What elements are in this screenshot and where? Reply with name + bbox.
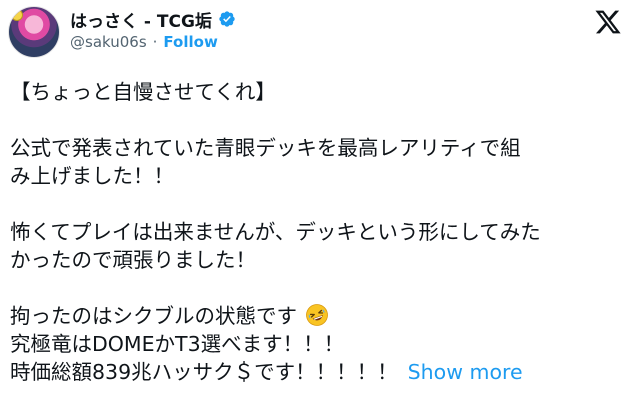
tweet-line: 【ちょっと自慢させてくれ】 [10, 80, 276, 104]
follow-button[interactable]: Follow [163, 33, 217, 51]
tweet-line-last: 時価総額839兆ハッサク＄です！！！！！ Show more [10, 358, 630, 386]
avatar[interactable] [8, 6, 60, 58]
tweet-line: 究極竜はDOMEかT3選べます！！！ [10, 332, 345, 356]
author-handle-row: @saku06s · Follow [70, 33, 218, 51]
rolling-on-floor-laughing-emoji-icon [305, 304, 328, 326]
handle[interactable]: @saku06s [70, 33, 147, 51]
verified-badge-icon [219, 11, 235, 27]
show-more-link[interactable]: Show more [408, 360, 523, 384]
avatar-badge-icon [11, 9, 23, 21]
display-name[interactable]: はっさく - TCG垢 [70, 7, 212, 32]
tweet-text: 【ちょっと自慢させてくれ】 公式で発表されていた青眼デッキを最高レアリティで組 … [10, 78, 630, 386]
tweet-line-with-emoji: 拘ったのはシクブルの状態です [10, 302, 630, 330]
tweet-line-text: 拘ったのはシクブルの状態です [10, 304, 297, 328]
tweet-line: 公式で発表されていた青眼デッキを最高レアリティで組 [10, 136, 521, 160]
tweet-line: かったので頑張りました！ [10, 248, 256, 272]
x-logo-icon[interactable] [594, 8, 622, 36]
tweet-line-text: 時価総額839兆ハッサク＄です！！！！！ [10, 360, 398, 384]
tweet-line: 怖くてプレイは出来ませんが、デッキという形にしてみた [10, 220, 541, 244]
author-name-row: はっさく - TCG垢 [70, 7, 236, 32]
separator-dot: · [152, 33, 158, 51]
tweet-line: み上げました！！ [10, 164, 174, 188]
